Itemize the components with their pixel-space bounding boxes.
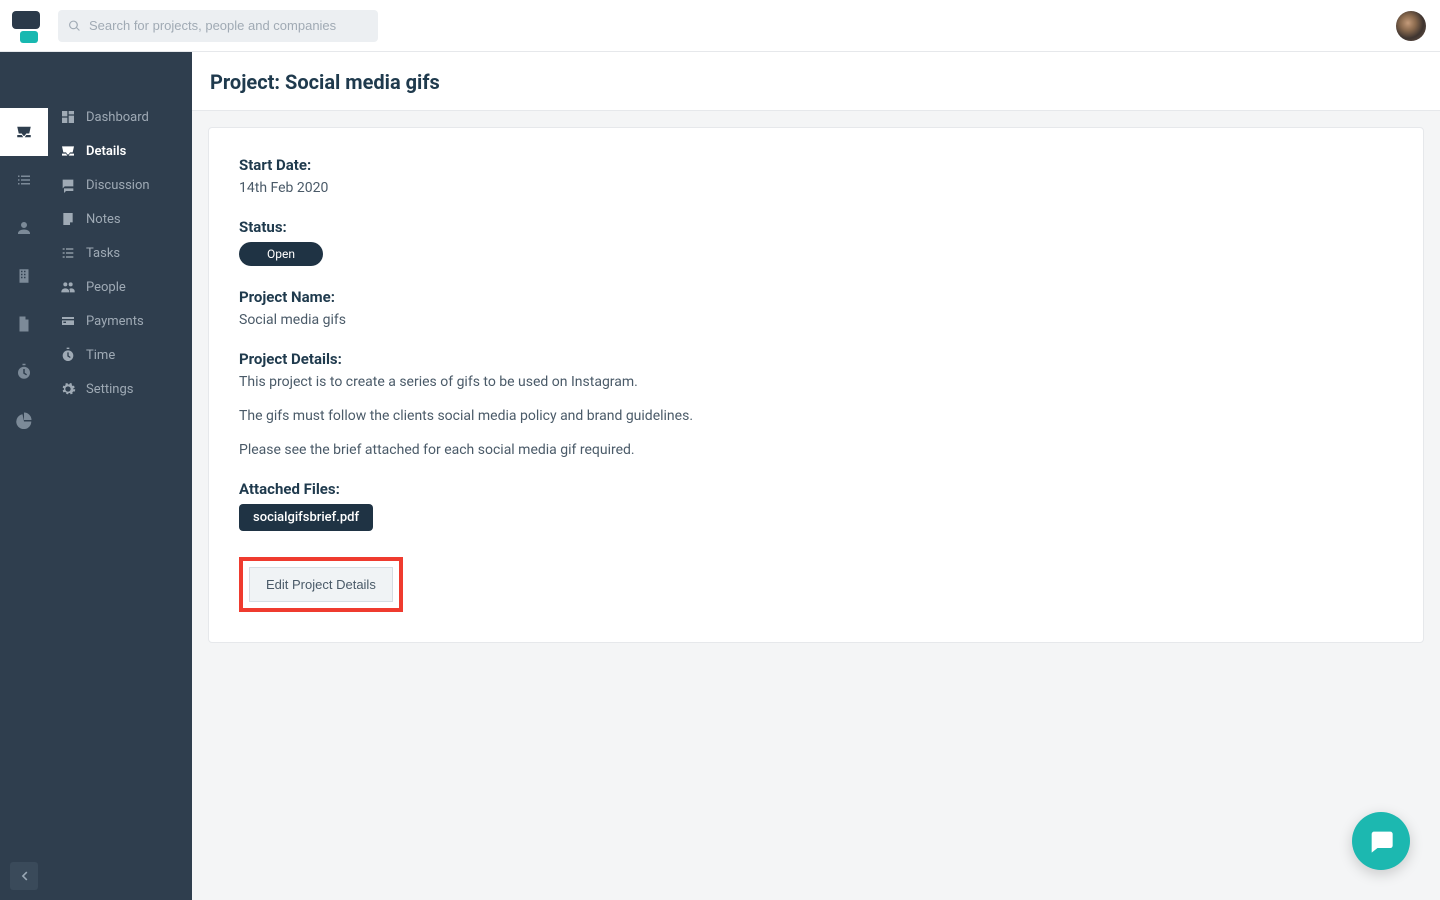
stopwatch-icon [15, 363, 33, 381]
sidebar-item-dashboard[interactable]: Dashboard [48, 100, 192, 134]
project-details-card: Start Date: 14th Feb 2020 Status: Open P… [208, 127, 1424, 643]
sidebar-item-discussion[interactable]: Discussion [48, 168, 192, 202]
rail-item-docs[interactable] [0, 300, 48, 348]
sidebar-item-label: People [86, 280, 126, 295]
sidebar-item-label: Settings [86, 382, 133, 397]
sidebar-item-time[interactable]: Time [48, 338, 192, 372]
person-icon [15, 219, 33, 237]
list-icon [15, 171, 33, 189]
sidebar-item-label: Details [86, 144, 126, 159]
people-icon [60, 279, 76, 295]
status-label: Status: [239, 218, 1393, 236]
app-logo[interactable] [10, 9, 44, 43]
start-date-value: 14th Feb 2020 [239, 180, 1393, 196]
rail-item-time[interactable] [0, 348, 48, 396]
search-input[interactable] [89, 18, 368, 33]
sidebar-item-label: Time [86, 348, 115, 363]
chat-icon [60, 177, 76, 193]
inbox-icon [60, 143, 76, 159]
sidebar-item-label: Notes [86, 212, 121, 227]
sidebar-item-label: Payments [86, 314, 144, 329]
grid-icon [60, 109, 76, 125]
rail-item-projects[interactable] [0, 108, 48, 156]
main-area: Project: Social media gifs Start Date: 1… [192, 52, 1440, 900]
attached-files-label: Attached Files: [239, 480, 1393, 498]
sidebar-item-notes[interactable]: Notes [48, 202, 192, 236]
user-avatar[interactable] [1396, 11, 1426, 41]
rail-item-reports[interactable] [0, 396, 48, 444]
project-details-p3: Please see the brief attached for each s… [239, 442, 1393, 458]
search-icon [68, 19, 81, 33]
page-header: Project: Social media gifs [192, 52, 1440, 111]
project-name-value: Social media gifs [239, 312, 1393, 328]
chat-launcher[interactable] [1352, 812, 1410, 870]
inbox-icon [15, 123, 33, 141]
rail-collapse-toggle[interactable] [10, 862, 38, 890]
document-icon [15, 315, 33, 333]
sidebar-item-settings[interactable]: Settings [48, 372, 192, 406]
note-icon [60, 211, 76, 227]
project-details-value: This project is to create a series of gi… [239, 374, 1393, 458]
building-icon [15, 267, 33, 285]
sidebar-item-payments[interactable]: Payments [48, 304, 192, 338]
sidebar-item-tasks[interactable]: Tasks [48, 236, 192, 270]
rail-item-company[interactable] [0, 252, 48, 300]
pie-chart-icon [15, 411, 33, 429]
edit-project-details-button[interactable]: Edit Project Details [249, 567, 393, 602]
sidebar-item-details[interactable]: Details [48, 134, 192, 168]
card-icon [60, 313, 76, 329]
tasks-icon [60, 245, 76, 261]
page-title: Project: Social media gifs [210, 70, 1422, 94]
project-details-p1: This project is to create a series of gi… [239, 374, 1393, 390]
sidebar-item-label: Discussion [86, 178, 150, 193]
rail-item-list[interactable] [0, 156, 48, 204]
project-details-label: Project Details: [239, 350, 1393, 368]
chat-bubble-icon [1367, 827, 1395, 855]
stopwatch-icon [60, 347, 76, 363]
gear-icon [60, 381, 76, 397]
sidebar-item-label: Dashboard [86, 110, 149, 125]
start-date-label: Start Date: [239, 156, 1393, 174]
status-badge[interactable]: Open [239, 242, 323, 266]
search-box[interactable] [58, 10, 378, 42]
sidebar-item-people[interactable]: People [48, 270, 192, 304]
project-sidebar: Dashboard Details Discussion Notes Tasks… [48, 52, 192, 900]
project-name-label: Project Name: [239, 288, 1393, 306]
topbar [0, 0, 1440, 52]
main-rail [0, 52, 48, 900]
attached-file[interactable]: socialgifsbrief.pdf [239, 504, 373, 531]
sidebar-item-label: Tasks [86, 246, 120, 261]
edit-highlight-box: Edit Project Details [239, 557, 403, 612]
chevron-left-icon [15, 867, 33, 885]
project-details-p2: The gifs must follow the clients social … [239, 408, 1393, 424]
rail-item-people[interactable] [0, 204, 48, 252]
